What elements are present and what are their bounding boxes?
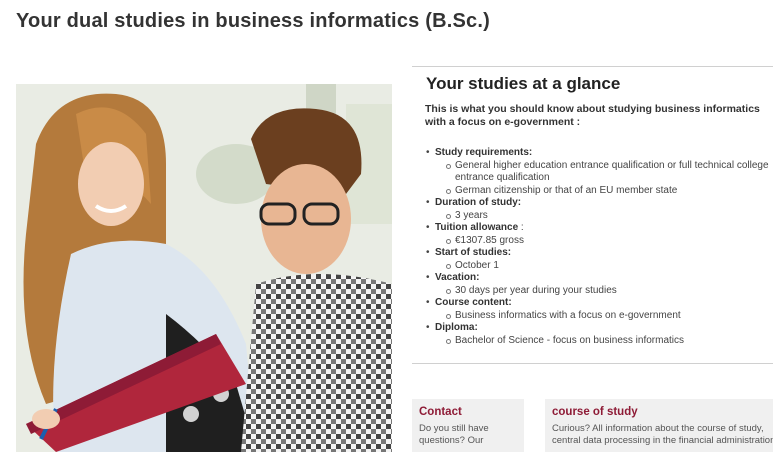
- item-label: Vacation:: [435, 272, 480, 283]
- glance-panel: Your studies at a glance This is what yo…: [412, 66, 773, 364]
- contact-card-text: Do you still have questions? Our: [419, 423, 517, 447]
- detail-item: 3 years: [445, 210, 771, 223]
- list-item: Study requirements: General higher educa…: [426, 147, 771, 197]
- detail-item: Business informatics with a focus on e-g…: [445, 310, 771, 323]
- course-card-line: Curious? All information about the cours…: [552, 423, 764, 434]
- detail-item: General higher education entrance qualif…: [445, 160, 771, 185]
- list-item: Tuition allowance : €1307.85 gross: [426, 222, 771, 247]
- students-photo: [16, 84, 392, 452]
- contact-card-line: Do you still have: [419, 423, 489, 434]
- detail-item: €1307.85 gross: [445, 235, 771, 248]
- item-label: Start of studies:: [435, 247, 512, 258]
- item-label-suffix: :: [518, 222, 524, 233]
- list-item: Duration of study: 3 years: [426, 197, 771, 222]
- list-item: Start of studies: October 1: [426, 247, 771, 272]
- detail-item: German citizenship or that of an EU memb…: [445, 185, 771, 198]
- item-label: Tuition allowance: [435, 222, 519, 233]
- list-item: Vacation: 30 days per year during your s…: [426, 272, 771, 297]
- course-card-title[interactable]: course of study: [552, 406, 766, 418]
- contact-card-line: questions? Our: [419, 435, 484, 446]
- detail-item: Bachelor of Science - focus on business …: [445, 335, 771, 348]
- item-label: Duration of study:: [435, 197, 522, 208]
- page-title: Your dual studies in business informatic…: [16, 10, 490, 32]
- list-item: Course content: Business informatics wit…: [426, 297, 771, 322]
- item-label: Diploma:: [435, 322, 478, 333]
- course-card-text: Curious? All information about the cours…: [552, 423, 773, 447]
- course-card[interactable]: course of study Curious? All information…: [545, 399, 773, 452]
- glance-list: Study requirements: General higher educa…: [426, 147, 771, 347]
- item-label: Study requirements:: [435, 147, 533, 158]
- item-label: Course content:: [435, 297, 512, 308]
- contact-card-title[interactable]: Contact: [419, 406, 517, 418]
- list-item: Diploma: Bachelor of Science - focus on …: [426, 322, 771, 347]
- glance-title: Your studies at a glance: [426, 74, 621, 93]
- glance-intro: This is what you should know about study…: [425, 103, 760, 128]
- course-card-line: central data processing in the financial…: [552, 435, 773, 446]
- detail-item: October 1: [445, 260, 771, 273]
- contact-card[interactable]: Contact Do you still have questions? Our: [412, 399, 524, 452]
- detail-item: 30 days per year during your studies: [445, 285, 771, 298]
